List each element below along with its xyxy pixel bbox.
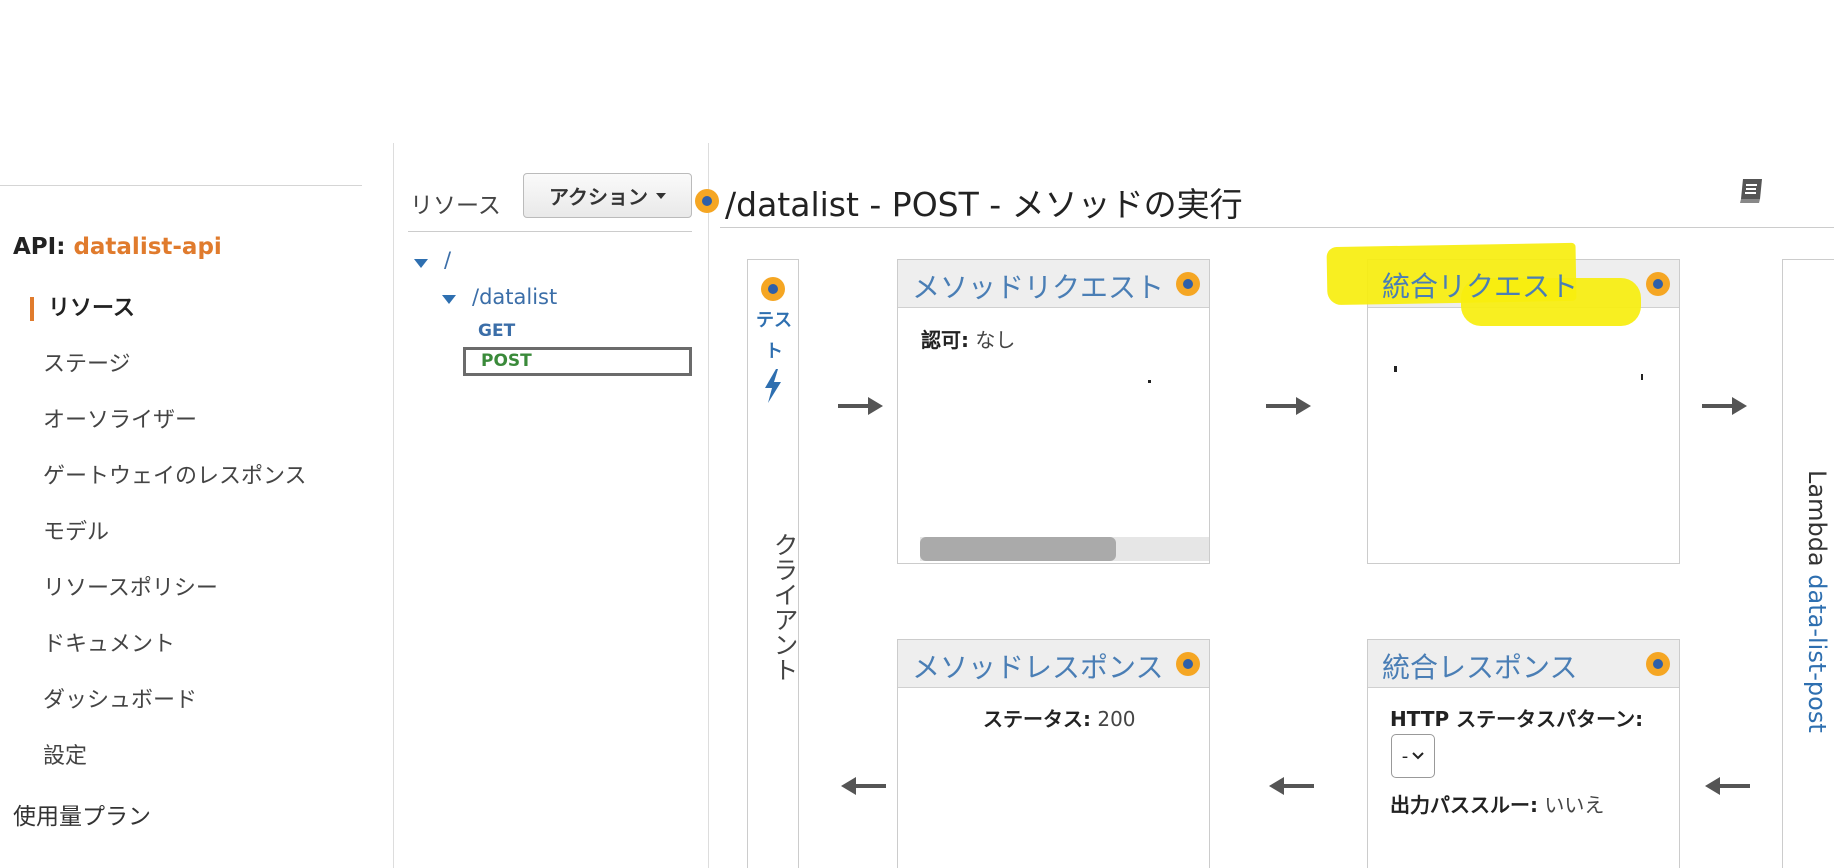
actions-dropdown-button[interactable]: アクション	[523, 173, 692, 218]
client-info-icon[interactable]	[761, 277, 785, 301]
documentation-book-icon[interactable]	[1737, 175, 1767, 205]
arrow-right-icon	[838, 397, 883, 415]
sidebar-item-documentation[interactable]: ドキュメント	[43, 626, 175, 658]
column-divider	[708, 143, 709, 868]
redacted-fragment	[1148, 380, 1151, 383]
auth-field: 認可: なし	[921, 324, 1015, 353]
output-passthrough-label: 出力パススルー:	[1390, 793, 1538, 817]
lightning-bolt-icon[interactable]	[760, 368, 786, 404]
sidebar-item-resource-policy[interactable]: リソースポリシー	[43, 570, 218, 602]
nav-divider	[0, 185, 362, 186]
status-pattern-select[interactable]: -	[1391, 734, 1435, 778]
chevron-down-icon	[1412, 752, 1424, 760]
sidebar-item-dashboard[interactable]: ダッシュボード	[43, 682, 197, 714]
client-label: クライアント	[770, 532, 799, 682]
column-divider	[393, 143, 394, 868]
arrow-left-icon	[1705, 777, 1750, 795]
info-icon[interactable]	[1176, 272, 1200, 296]
tree-node-datalist[interactable]: /datalist	[472, 285, 557, 309]
arrow-left-icon	[1269, 777, 1314, 795]
auth-label: 認可:	[921, 328, 969, 352]
lambda-label: Lambda data-list-post	[1785, 470, 1831, 733]
help-info-icon[interactable]	[695, 189, 719, 213]
page-title: /datalist - POST - メソッドの実行	[725, 185, 1243, 224]
info-icon[interactable]	[1646, 652, 1670, 676]
tree-method-get[interactable]: GET	[478, 321, 515, 341]
status-label: ステータス:	[983, 707, 1091, 731]
resources-heading: リソース	[410, 193, 501, 219]
arrow-right-icon	[1702, 397, 1747, 415]
method-request-header: メソッドリクエスト	[898, 260, 1209, 308]
status-pattern-field: HTTP ステータスパターン:	[1390, 703, 1643, 732]
method-request-title[interactable]: メソッドリクエスト	[912, 266, 1164, 306]
auth-value: なし	[975, 328, 1016, 352]
lambda-type: Lambda	[1803, 470, 1831, 567]
active-indicator	[30, 297, 34, 321]
actions-button-label: アクション	[549, 185, 648, 209]
arrow-left-icon	[841, 777, 886, 795]
sidebar-item-models[interactable]: モデル	[43, 514, 109, 546]
arrow-right-icon	[1266, 397, 1311, 415]
scrollbar-thumb[interactable]	[920, 537, 1116, 561]
info-icon[interactable]	[1176, 652, 1200, 676]
output-passthrough-value: いいえ	[1544, 793, 1605, 817]
redacted-fragment	[1394, 366, 1397, 372]
integration-response-header: 統合レスポンス	[1368, 640, 1679, 688]
integration-request-title[interactable]: 統合リクエスト	[1382, 265, 1578, 305]
status-value: 200	[1097, 707, 1136, 731]
caret-down-icon	[656, 192, 666, 199]
title-divider	[720, 227, 1834, 228]
tree-collapse-icon[interactable]	[414, 259, 428, 268]
method-response-panel: メソッドレスポンス ステータス: 200	[897, 639, 1210, 868]
info-icon[interactable]	[1646, 272, 1670, 296]
method-request-panel: メソッドリクエスト 認可: なし	[897, 259, 1210, 564]
sidebar-item-resources[interactable]: リソース	[48, 290, 135, 322]
status-field: ステータス: 200	[983, 703, 1136, 732]
tree-method-post: POST	[481, 351, 532, 371]
api-name-heading: API: datalist-api	[13, 234, 222, 260]
sidebar-item-gateway-responses[interactable]: ゲートウェイのレスポンス	[43, 458, 307, 490]
api-label: API:	[13, 234, 66, 260]
method-response-title[interactable]: メソッドレスポンス	[912, 646, 1163, 686]
output-passthrough-field: 出力パススルー: いいえ	[1390, 789, 1604, 818]
sidebar-item-stages[interactable]: ステージ	[43, 346, 131, 378]
sidebar-item-authorizers[interactable]: オーソライザー	[43, 402, 197, 434]
redacted-fragment	[1641, 374, 1643, 380]
status-pattern-label: HTTP ステータスパターン:	[1390, 707, 1644, 731]
tree-divider	[408, 231, 692, 232]
api-name-value[interactable]: datalist-api	[73, 234, 221, 260]
tree-node-root[interactable]: /	[444, 248, 451, 272]
lambda-function-link[interactable]: data-list-post	[1803, 574, 1831, 732]
method-response-header: メソッドレスポンス	[898, 640, 1209, 688]
status-pattern-value: -	[1401, 745, 1409, 767]
sidebar-item-usage-plans[interactable]: 使用量プラン	[13, 797, 151, 831]
sidebar-item-settings[interactable]: 設定	[43, 738, 87, 770]
tree-collapse-icon[interactable]	[442, 295, 456, 304]
integration-response-title[interactable]: 統合レスポンス	[1382, 646, 1577, 686]
test-link[interactable]: テスト	[754, 305, 794, 367]
